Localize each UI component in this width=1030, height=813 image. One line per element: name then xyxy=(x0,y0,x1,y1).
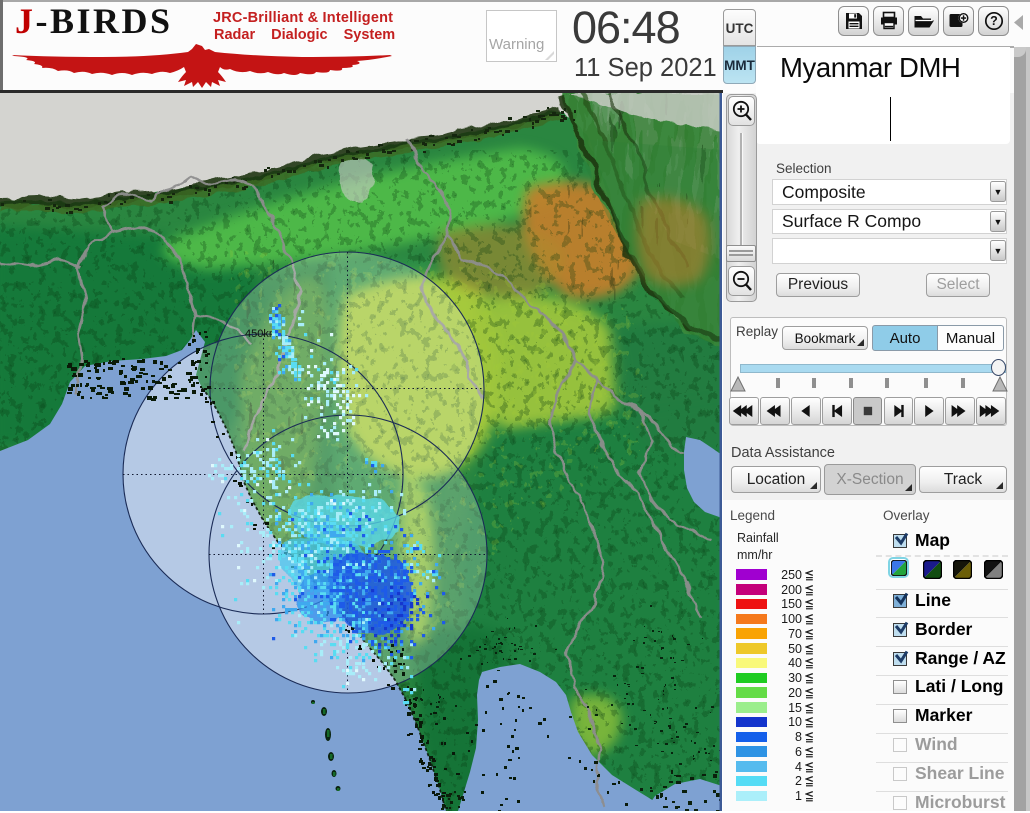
svg-text:?: ? xyxy=(990,14,998,28)
